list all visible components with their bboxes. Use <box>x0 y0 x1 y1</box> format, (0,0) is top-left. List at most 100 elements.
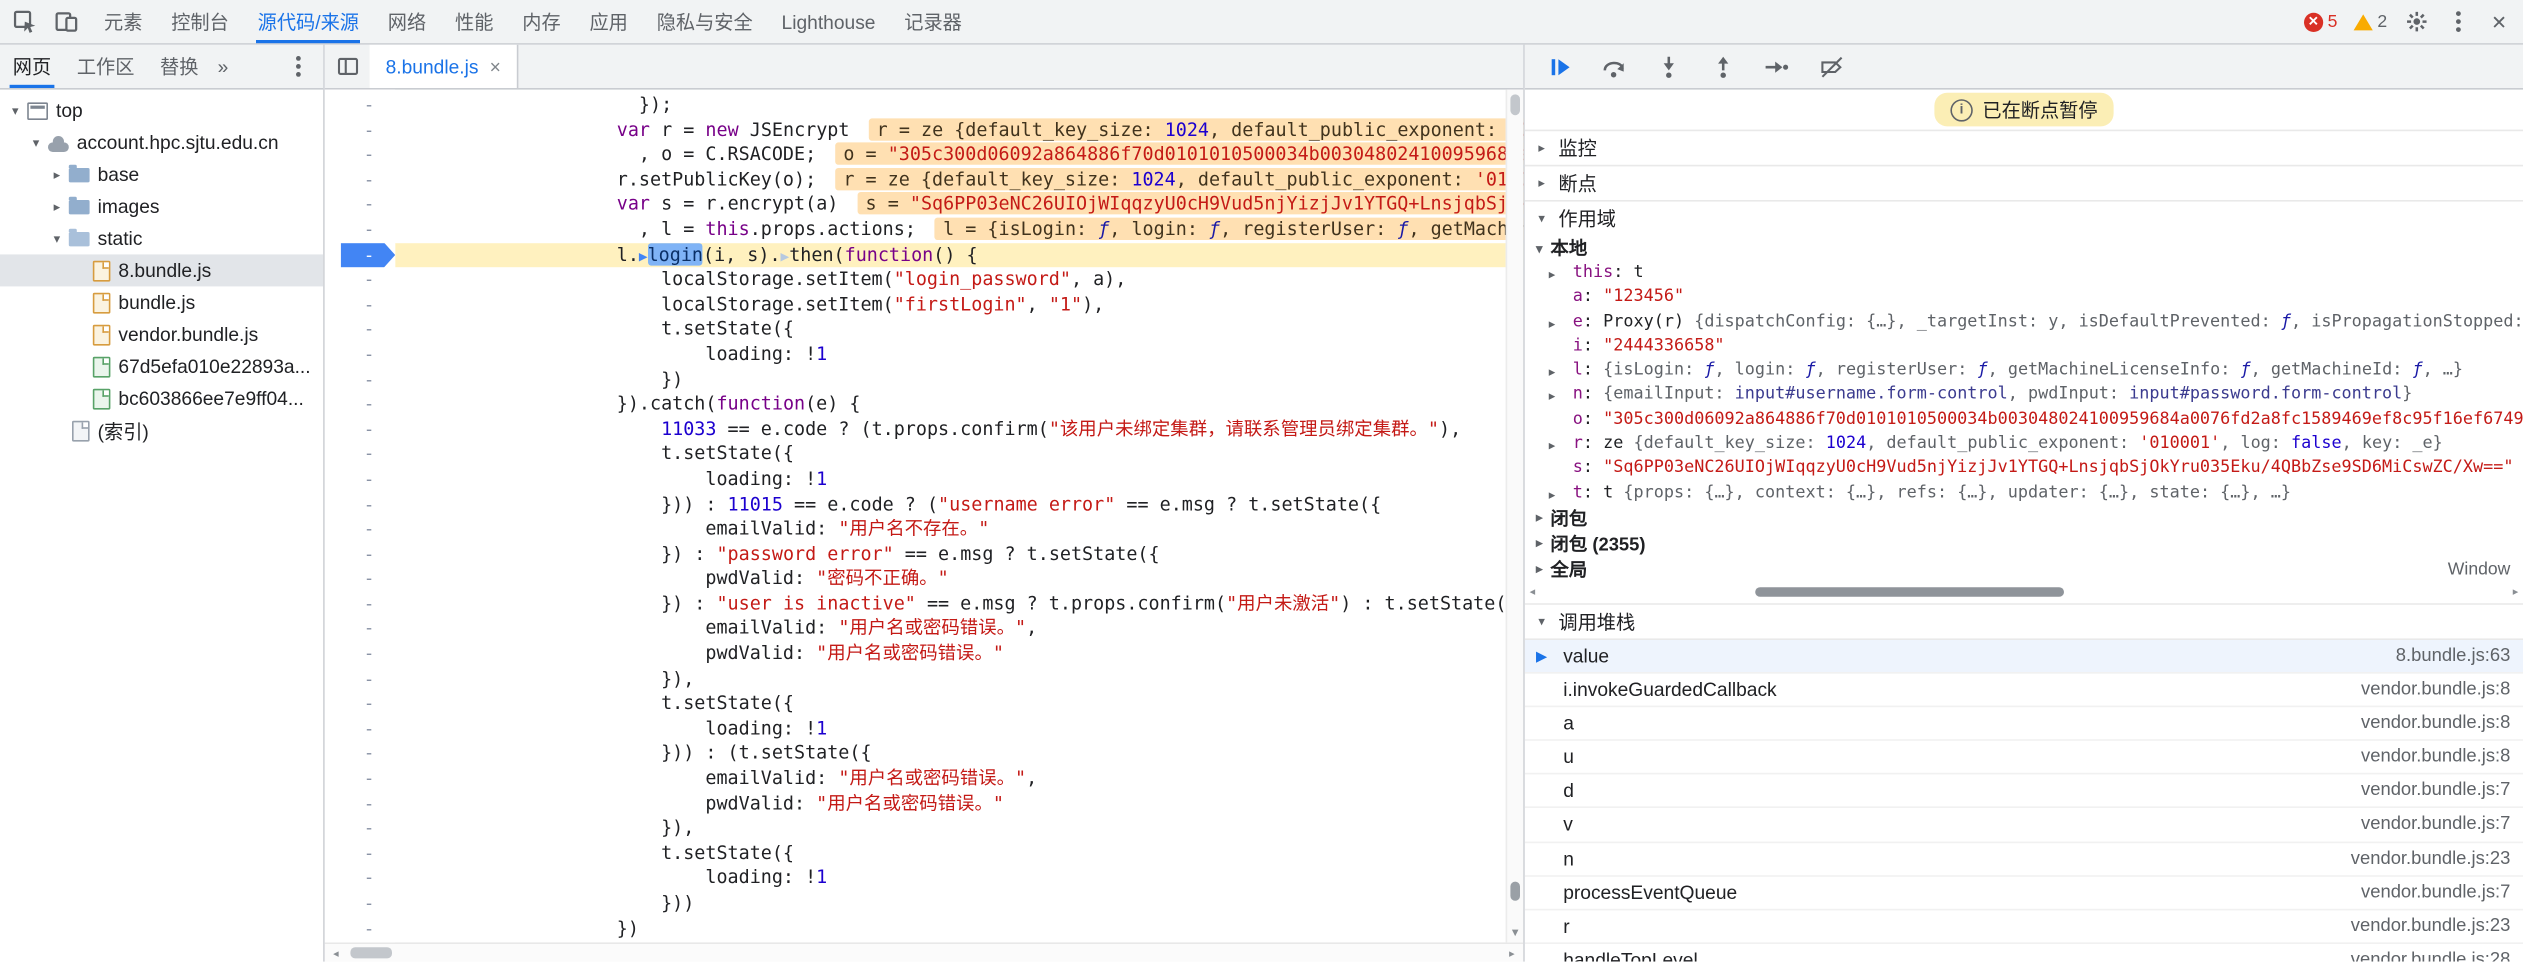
gutter-line[interactable]: - <box>325 717 395 742</box>
navigator-tab-page[interactable]: 网页 <box>0 45 64 88</box>
tree-item-10[interactable]: (索引) <box>0 414 323 446</box>
call-stack-frame[interactable]: a vendor.bundle.js:8 <box>1524 707 2523 742</box>
gutter-line[interactable]: - <box>325 667 395 692</box>
main-tab-sources[interactable]: 源代码/来源 <box>243 0 373 44</box>
more-options-button[interactable] <box>2438 2 2476 40</box>
gutter-line[interactable]: - <box>325 143 395 168</box>
section-breakpoints[interactable]: ▸ 断点 <box>1524 164 2523 200</box>
gutter-line[interactable]: - <box>325 218 395 243</box>
scroll-left-icon[interactable]: ◂ <box>325 946 347 959</box>
step-out-button[interactable] <box>1709 54 1736 78</box>
scope-variable[interactable]: ▸ r: ze {default_key_size: 1024, default_… <box>1525 432 2523 456</box>
tree-item-8[interactable]: 67d5efa010e22893a... <box>0 350 323 382</box>
call-stack-frame[interactable]: n vendor.bundle.js:23 <box>1524 842 2523 877</box>
section-watch[interactable]: ▸ 监控 <box>1524 129 2523 165</box>
gutter-line[interactable]: - <box>325 267 395 292</box>
main-tab-recorder[interactable]: 记录器 <box>890 0 976 43</box>
chevron-right-icon[interactable]: ▸ <box>48 167 66 181</box>
gutter-line[interactable]: - <box>325 118 395 143</box>
tree-item-1[interactable]: ▾ account.hpc.sjtu.edu.cn <box>0 126 323 158</box>
step-over-button[interactable] <box>1600 54 1627 78</box>
gutter-line[interactable]: - <box>325 93 395 118</box>
call-stack-frame[interactable]: v vendor.bundle.js:7 <box>1524 809 2523 843</box>
gutter-line[interactable]: - <box>325 567 395 592</box>
main-tab-application[interactable]: 应用 <box>575 0 642 43</box>
scope-group-closure-1[interactable]: ▸ 闭包 <box>1525 506 2523 532</box>
step-into-button[interactable] <box>1654 54 1681 78</box>
code-lines[interactable]: }); var r = new JSEncrypt r = ze {default… <box>395 90 1524 943</box>
scope-group-closure-2[interactable]: ▸ 闭包 (2355) <box>1525 531 2523 557</box>
gutter-line[interactable]: - <box>325 467 395 492</box>
call-stack-frame[interactable]: d vendor.bundle.js:7 <box>1524 775 2523 809</box>
scope-variable[interactable]: ▸ t: t {props: {…}, context: {…}, refs: {… <box>1525 481 2523 505</box>
scope-variable[interactable]: a: "123456" <box>1525 285 2523 309</box>
gutter-line[interactable]: - <box>325 617 395 642</box>
section-scope[interactable]: ▾ 作用域 <box>1524 200 2523 235</box>
deactivate-breakpoints-button[interactable] <box>1818 54 1845 78</box>
main-tab-elements[interactable]: 元素 <box>90 0 157 43</box>
tree-item-9[interactable]: bc603866ee7e9ff04... <box>0 382 323 414</box>
main-tab-privacy-security[interactable]: 隐私与安全 <box>642 0 767 43</box>
gutter-line[interactable]: - <box>325 367 395 392</box>
scope-variable[interactable]: o: "305c300d06092a864886f70d010101050003… <box>1525 408 2523 432</box>
error-badge[interactable]: ✕ 5 <box>2297 12 2344 32</box>
scope-variable[interactable]: ▸ e: Proxy(r) {dispatchConfig: {…}, _targ… <box>1525 310 2523 334</box>
gutter-line[interactable]: - <box>325 392 395 417</box>
chevron-down-icon[interactable]: ▾ <box>6 103 24 117</box>
gutter-line[interactable]: - <box>325 766 395 791</box>
section-call-stack[interactable]: ▾ 调用堆栈 <box>1524 603 2523 640</box>
scope-variable[interactable]: i: "2444336658" <box>1525 334 2523 358</box>
tree-item-4[interactable]: ▾ static <box>0 222 323 254</box>
main-tab-console[interactable]: 控制台 <box>157 0 243 43</box>
resume-button[interactable] <box>1546 54 1573 78</box>
navigator-tab-overrides[interactable]: 替换 <box>147 45 211 88</box>
gutter-line[interactable]: - <box>325 292 395 317</box>
gutter-line[interactable]: - <box>325 517 395 542</box>
gutter-line[interactable]: - <box>325 692 395 717</box>
gutter-line[interactable]: - <box>325 642 395 667</box>
tree-item-7[interactable]: vendor.bundle.js <box>0 318 323 350</box>
tab-close-icon[interactable]: × <box>490 55 501 77</box>
editor-tab-8-bundle-js[interactable]: 8.bundle.js × <box>369 44 519 88</box>
tree-item-6[interactable]: bundle.js <box>0 286 323 318</box>
editor-horizontal-scrollbar[interactable]: ◂ ▸ <box>324 942 1524 962</box>
gutter-line[interactable]: - <box>325 841 395 866</box>
call-stack-frame[interactable]: r vendor.bundle.js:23 <box>1524 910 2523 944</box>
gutter-line[interactable]: - <box>325 417 395 442</box>
main-tab-performance[interactable]: 性能 <box>441 0 508 43</box>
navigator-more-tabs-button[interactable]: » <box>211 45 235 88</box>
gutter-line[interactable]: - <box>325 342 395 367</box>
tree-item-2[interactable]: ▸ base <box>0 158 323 190</box>
gutter-line[interactable]: - <box>325 168 395 193</box>
chevron-down-icon[interactable]: ▾ <box>48 231 66 245</box>
warning-badge[interactable]: 2 <box>2347 12 2394 31</box>
gutter-line[interactable]: - <box>325 916 395 941</box>
gutter-line[interactable]: - <box>325 891 395 916</box>
main-tab-lighthouse[interactable]: Lighthouse <box>767 0 890 43</box>
tree-item-3[interactable]: ▸ images <box>0 190 323 222</box>
scrollbar-thumb-secondary[interactable] <box>1510 881 1520 901</box>
chevron-right-icon[interactable]: ▸ <box>48 199 66 213</box>
scope-horizontal-scrollbar[interactable]: ◂ ▸ <box>1525 584 2523 600</box>
step-button[interactable] <box>1763 54 1790 78</box>
gutter-line[interactable]: - <box>325 442 395 467</box>
inspect-element-button[interactable] <box>5 2 43 40</box>
call-stack-frame[interactable]: u vendor.bundle.js:8 <box>1524 741 2523 775</box>
gutter-line[interactable]: - <box>325 317 395 342</box>
gutter-line[interactable]: - <box>325 193 395 218</box>
editor-vertical-scrollbar[interactable]: ▼ <box>1505 89 1524 943</box>
gutter-line[interactable]: - <box>325 791 395 816</box>
tree-item-0[interactable]: ▾ top <box>0 94 323 126</box>
gutter-line[interactable]: - <box>325 542 395 567</box>
scope-variable[interactable]: ▸ n: {emailInput: input#username.form-con… <box>1525 383 2523 407</box>
call-stack-frame[interactable]: i.invokeGuardedCallback vendor.bundle.js:… <box>1524 674 2523 708</box>
navigator-tab-workspace[interactable]: 工作区 <box>64 45 147 88</box>
close-devtools-button[interactable]: ✕ <box>2480 2 2518 40</box>
navigator-menu-button[interactable] <box>272 45 323 88</box>
gutter-line[interactable]: - <box>325 866 395 891</box>
scroll-right-icon[interactable]: ▸ <box>2513 586 2519 598</box>
scrollbar-thumb[interactable] <box>350 947 392 959</box>
chevron-down-icon[interactable]: ▾ <box>27 135 45 149</box>
scope-variable[interactable]: ▸ this: t <box>1525 261 2523 285</box>
settings-button[interactable] <box>2397 2 2435 40</box>
